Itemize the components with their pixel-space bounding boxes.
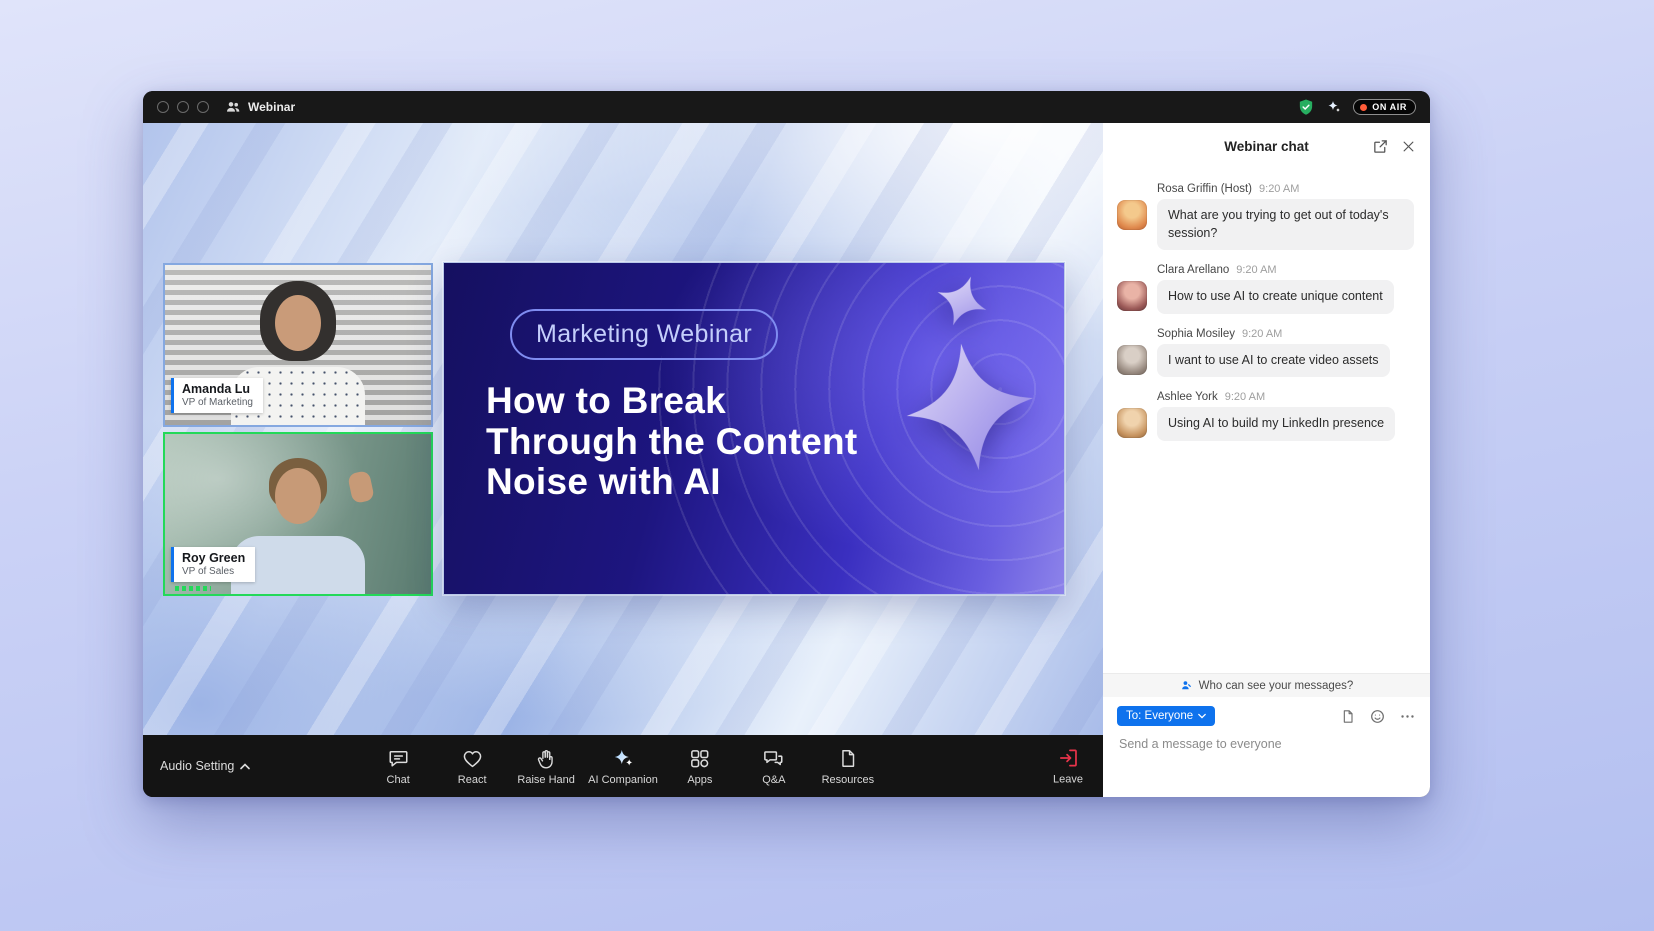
speaker-name: Roy Green: [182, 551, 245, 565]
message-bubble: Using AI to build my LinkedIn presence: [1157, 407, 1395, 441]
message-bubble: I want to use AI to create video assets: [1157, 344, 1390, 378]
attach-file-icon[interactable]: [1340, 708, 1356, 725]
titlebar: Webinar ON AIR: [143, 91, 1430, 123]
message-author: Rosa Griffin (Host): [1157, 183, 1252, 195]
chat-composer: To: Everyone: [1103, 697, 1430, 797]
privacy-note-label: Who can see your messages?: [1199, 680, 1354, 692]
message-time: 9:20 AM: [1236, 264, 1276, 276]
toolbar-items: Chat React: [366, 746, 880, 786]
avatar: [1117, 408, 1147, 438]
speaker-role: VP of Sales: [182, 566, 245, 577]
window-zoom-button[interactable]: [197, 101, 209, 113]
close-icon[interactable]: [1401, 139, 1416, 154]
visibility-person-icon: [1180, 679, 1193, 692]
toolbar-raise-hand-button[interactable]: Raise Hand: [514, 746, 578, 786]
webinar-chat-panel: Webinar chat Rosa Griffin (Host)9:: [1103, 123, 1430, 797]
message-time: 9:20 AM: [1259, 183, 1299, 195]
raised-hand-icon: [535, 747, 557, 770]
toolbar-qa-button[interactable]: Q&A: [742, 746, 806, 786]
toolbar-item-label: Q&A: [762, 774, 785, 786]
avatar: [1117, 200, 1147, 230]
audio-level-indicator: [175, 586, 211, 591]
decor-sparkle-small: [929, 268, 996, 335]
decor-sparkle-large: [898, 335, 1043, 480]
leave-button[interactable]: Leave: [1053, 747, 1083, 786]
toolbar-apps-button[interactable]: Apps: [668, 746, 732, 786]
participants-icon: [225, 99, 241, 115]
video-tile-amanda[interactable]: Amanda Lu VP of Marketing: [163, 263, 433, 427]
recipient-label: To: Everyone: [1126, 710, 1193, 722]
chat-message-list[interactable]: Rosa Griffin (Host) 9:20 AM What are you …: [1103, 169, 1430, 673]
ai-companion-status-icon[interactable]: [1326, 99, 1342, 115]
chat-title: Webinar chat: [1224, 139, 1309, 154]
audio-setting-label: Audio Setting: [160, 759, 234, 773]
avatar: [1117, 281, 1147, 311]
speaker-role: VP of Marketing: [182, 397, 253, 408]
speaker-nametag: Amanda Lu VP of Marketing: [171, 378, 263, 413]
emoji-icon[interactable]: [1369, 708, 1386, 725]
on-air-label: ON AIR: [1372, 102, 1407, 112]
toolbar-item-label: AI Companion: [588, 774, 658, 786]
shared-presentation: Marketing Webinar How to Break Through t…: [443, 262, 1065, 595]
chat-bubble-icon: [387, 747, 410, 770]
message-bubble: What are you trying to get out of today'…: [1157, 199, 1414, 250]
chat-message: Sophia Mosiley 9:20 AM I want to use AI t…: [1117, 328, 1414, 378]
document-icon: [837, 747, 859, 770]
security-shield-icon[interactable]: [1297, 98, 1315, 116]
toolbar-item-label: Raise Hand: [517, 774, 574, 786]
desktop-background: Webinar ON AIR: [0, 0, 1654, 931]
on-air-dot: [1360, 104, 1367, 111]
chat-privacy-note: Who can see your messages?: [1103, 673, 1430, 697]
message-time: 9:20 AM: [1242, 328, 1282, 340]
video-stage: Amanda Lu VP of Marketing Roy Green VP o…: [143, 123, 1103, 735]
video-tile-roy[interactable]: Roy Green VP of Sales: [163, 432, 433, 596]
toolbar-ai-companion-button[interactable]: AI Companion: [588, 746, 658, 786]
heart-icon: [461, 747, 484, 770]
toolbar-item-label: Apps: [687, 774, 712, 786]
app-title-label: Webinar: [248, 100, 295, 114]
avatar: [1117, 345, 1147, 375]
toolbar-item-label: React: [458, 774, 487, 786]
webinar-app-window: Webinar ON AIR: [143, 91, 1430, 797]
chat-message: Rosa Griffin (Host) 9:20 AM What are you …: [1117, 183, 1414, 250]
toolbar-item-label: Chat: [387, 774, 410, 786]
on-air-badge: ON AIR: [1353, 99, 1416, 115]
popout-icon[interactable]: [1372, 138, 1389, 155]
apps-grid-icon: [688, 747, 711, 770]
qa-bubbles-icon: [762, 747, 785, 770]
recipient-selector[interactable]: To: Everyone: [1117, 706, 1215, 726]
toolbar-item-label: Resources: [822, 774, 875, 786]
message-author: Clara Arellano: [1157, 264, 1229, 276]
leave-door-icon: [1057, 747, 1080, 770]
slide-badge: Marketing Webinar: [510, 309, 778, 360]
audio-setting-button[interactable]: Audio Setting: [160, 759, 250, 773]
chevron-down-icon: [1198, 713, 1206, 719]
chat-message-input[interactable]: [1117, 726, 1416, 751]
window-minimize-button[interactable]: [177, 101, 189, 113]
meeting-toolbar: Audio Setting Chat React: [143, 735, 1103, 797]
window-close-button[interactable]: [157, 101, 169, 113]
message-time: 9:20 AM: [1225, 391, 1265, 403]
message-author: Ashlee York: [1157, 391, 1218, 403]
speaker-name: Amanda Lu: [182, 382, 253, 396]
chevron-up-icon: [240, 763, 250, 770]
ai-sparkle-icon: [611, 746, 635, 770]
leave-label: Leave: [1053, 774, 1083, 786]
app-title: Webinar: [225, 99, 295, 115]
toolbar-react-button[interactable]: React: [440, 746, 504, 786]
chat-message: Clara Arellano 9:20 AM How to use AI to c…: [1117, 264, 1414, 314]
more-options-icon[interactable]: [1399, 708, 1416, 725]
slide-heading: How to Break Through the Content Noise w…: [486, 381, 858, 503]
chat-header: Webinar chat: [1103, 123, 1430, 169]
message-bubble: How to use AI to create unique content: [1157, 280, 1394, 314]
toolbar-chat-button[interactable]: Chat: [366, 746, 430, 786]
toolbar-resources-button[interactable]: Resources: [816, 746, 880, 786]
chat-message: Ashlee York 9:20 AM Using AI to build my …: [1117, 391, 1414, 441]
window-controls: [157, 101, 209, 113]
message-author: Sophia Mosiley: [1157, 328, 1235, 340]
speaker-nametag: Roy Green VP of Sales: [171, 547, 255, 582]
